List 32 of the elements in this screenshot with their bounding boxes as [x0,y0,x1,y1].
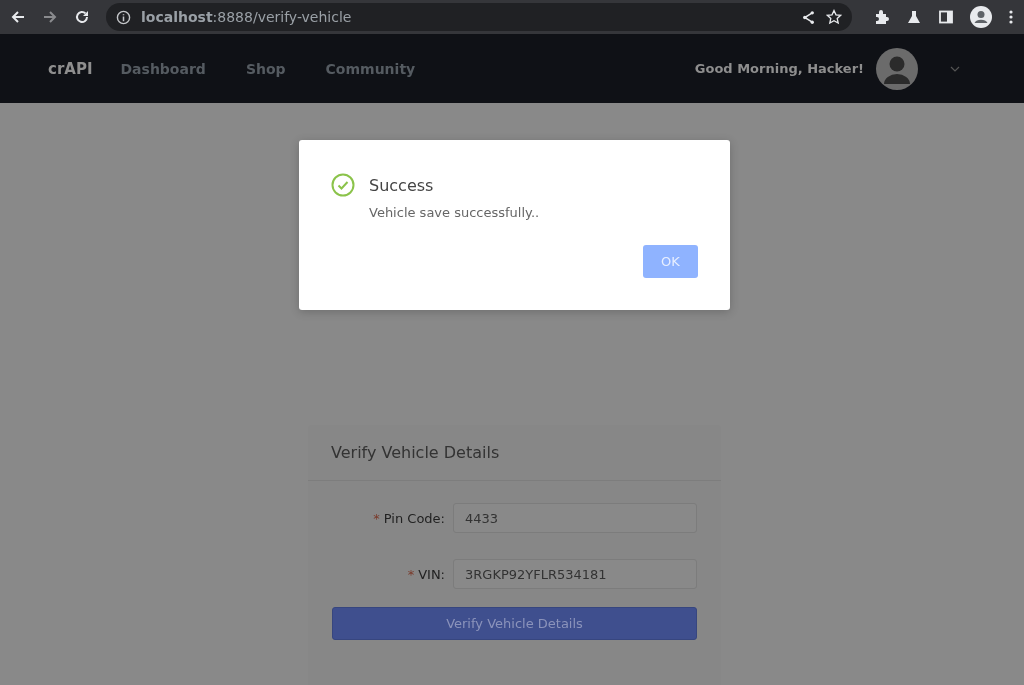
avatar-icon[interactable] [876,47,918,90]
flask-icon[interactable] [906,9,922,25]
card-title: Verify Vehicle Details [308,425,721,481]
side-panel-icon[interactable] [938,9,954,25]
back-arrow-icon[interactable] [10,9,26,25]
nav-link[interactable]: Dashboard [120,60,206,77]
reload-icon[interactable] [74,9,90,25]
required-mark: * [373,510,380,526]
required-mark: * [407,566,415,582]
url-text: localhost:8888/verify-vehicle [141,9,352,25]
ok-button[interactable]: OK [643,245,698,278]
input-field[interactable]: 3RGKP92YFLR534181 [453,559,697,589]
nav-link[interactable]: Community [325,60,416,77]
share-icon[interactable] [801,9,816,25]
menu-dots-icon[interactable] [1008,9,1014,25]
address-bar[interactable]: localhost:8888/verify-vehicle [106,3,852,31]
field-label: Pin Code: [383,510,445,526]
dialog-message: Vehicle save successfully.. [369,205,541,220]
profile-icon[interactable] [970,6,992,28]
info-icon [116,9,131,25]
caret-icon[interactable] [950,65,960,72]
brand-logo[interactable]: crAPI [48,59,93,78]
nav-link[interactable]: Shop [245,60,286,77]
forward-arrow-icon[interactable] [42,9,58,25]
dialog-title: Success [369,175,434,195]
puzzle-icon[interactable] [874,9,890,25]
input-field[interactable]: 4433 [453,503,697,533]
submit-button[interactable]: Verify Vehicle Details [332,607,697,640]
star-icon[interactable] [826,9,842,25]
field-label: VIN: [418,566,445,582]
greeting-text: Good Morning, Hacker! [694,61,864,76]
check-circle-icon [331,173,355,197]
